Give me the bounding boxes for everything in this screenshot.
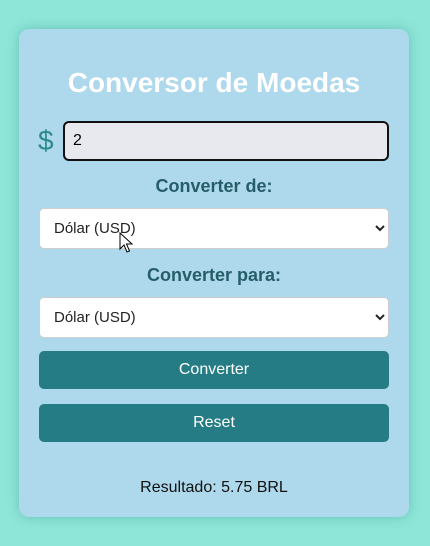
converter-card: Conversor de Moedas $ Converter de: Dóla… [19, 29, 409, 517]
amount-input[interactable] [63, 121, 389, 161]
convert-button[interactable]: Converter [39, 351, 389, 389]
from-currency-label: Converter de: [155, 176, 273, 196]
to-currency-select[interactable]: Dólar (USD) [39, 297, 389, 338]
result-text: Resultado: 5.75 BRL [140, 479, 288, 496]
page-title: Conversor de Moedas [67, 67, 361, 98]
to-currency-label: Converter para: [146, 265, 282, 285]
reset-button[interactable]: Reset [39, 404, 389, 442]
from-currency-select[interactable]: Dólar (USD) [39, 208, 389, 249]
dollar-icon: $ [38, 125, 54, 156]
